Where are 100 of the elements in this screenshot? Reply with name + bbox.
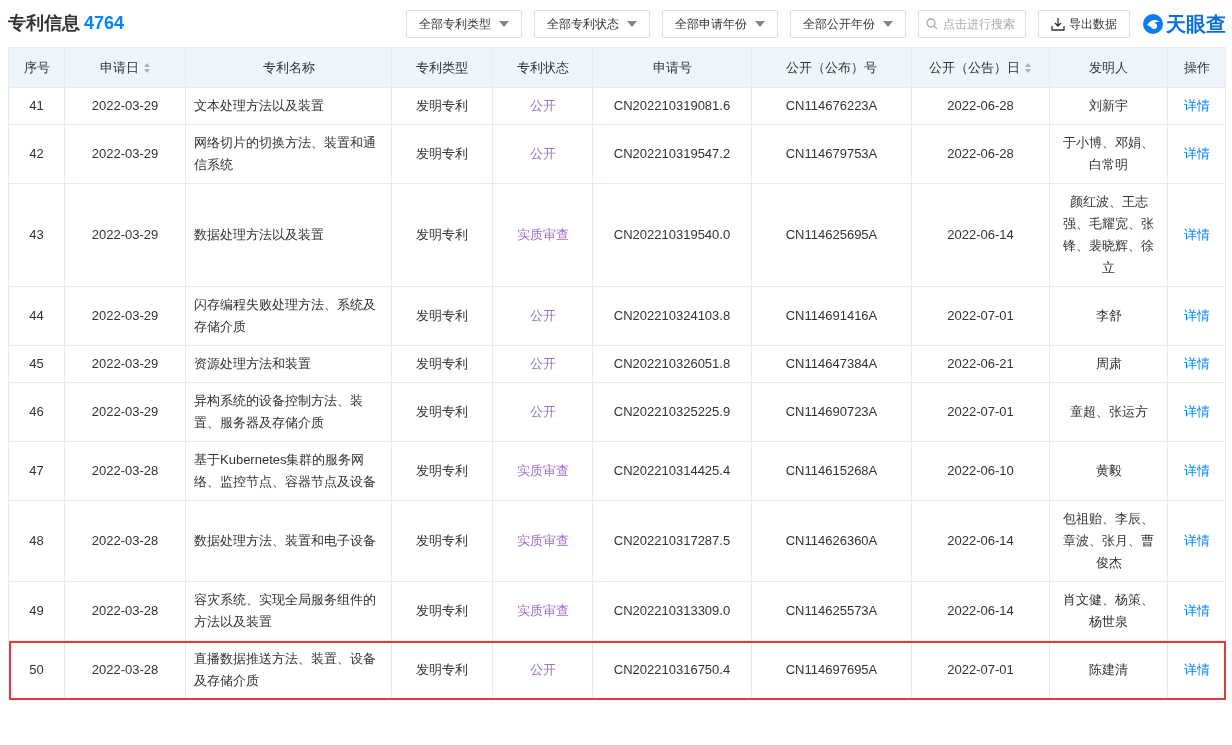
table-cell: 2022-06-28: [911, 87, 1050, 125]
filter-dropdown[interactable]: 全部申请年份: [662, 9, 778, 38]
column-header: 专利类型: [391, 47, 493, 88]
column-header: 申请号: [592, 47, 752, 88]
page-title: 专利信息: [8, 12, 80, 35]
column-header: 专利状态: [492, 47, 593, 88]
table-cell: 发明专利: [391, 345, 493, 383]
status-cell: 公开: [492, 87, 593, 125]
table-cell: 2022-06-21: [911, 345, 1050, 383]
table-cell: 2022-03-29: [64, 345, 186, 383]
caret-icon: [627, 20, 637, 27]
table-cell: CN202210313309.0: [592, 581, 752, 641]
column-header: 序号: [8, 47, 65, 88]
table-cell: 文本处理方法以及装置: [185, 87, 392, 125]
table-cell: CN202210319547.2: [592, 124, 752, 184]
table-cell: 2022-06-10: [911, 441, 1050, 501]
details-link[interactable]: 详情: [1183, 603, 1210, 618]
column-header: 公开（公布）号: [751, 47, 912, 88]
table-cell: 44: [8, 286, 65, 346]
table-cell: CN202210319081.6: [592, 87, 752, 125]
status-cell: 实质审查: [492, 441, 593, 501]
column-header: 专利名称: [185, 47, 392, 88]
table-cell: 发明专利: [391, 183, 493, 287]
filter-dropdown[interactable]: 全部专利类型: [406, 9, 522, 38]
table-cell: 46: [8, 382, 65, 442]
column-header[interactable]: 公开（公告）日: [911, 47, 1050, 88]
sort-icon[interactable]: [1024, 62, 1032, 75]
status-cell: 公开: [492, 286, 593, 346]
details-link[interactable]: 详情: [1183, 404, 1210, 419]
details-link[interactable]: 详情: [1183, 98, 1210, 113]
status-cell: 公开: [492, 124, 593, 184]
table-cell: CN202210319540.0: [592, 183, 752, 287]
table-cell: 肖文健、杨策、杨世泉: [1049, 581, 1168, 641]
result-count: 4764: [84, 12, 125, 35]
table-cell: CN114615268A: [751, 441, 912, 501]
details-link[interactable]: 详情: [1183, 463, 1210, 478]
search-field[interactable]: 点击进行搜索: [918, 9, 1026, 38]
table-cell: 发明专利: [391, 382, 493, 442]
status-cell: 公开: [492, 382, 593, 442]
table-cell: CN114625573A: [751, 581, 912, 641]
table-cell: 2022-03-29: [64, 382, 186, 442]
column-header[interactable]: 申请日: [64, 47, 186, 88]
search-icon: [926, 17, 938, 30]
table-cell: 基于Kubernetes集群的服务网络、监控节点、容器节点及设备: [185, 441, 392, 501]
table-cell: 50: [8, 640, 65, 700]
table-cell: CN114626360A: [751, 500, 912, 582]
table-cell: CN202210325225.9: [592, 382, 752, 442]
table-cell: 刘新宇: [1049, 87, 1168, 125]
table-cell: 包祖贻、李辰、章波、张月、曹俊杰: [1049, 500, 1168, 582]
table-cell: 2022-06-28: [911, 124, 1050, 184]
table-cell: 2022-07-01: [911, 382, 1050, 442]
status-cell: 实质审查: [492, 581, 593, 641]
details-link[interactable]: 详情: [1183, 533, 1210, 548]
logo-text: 天眼查: [1166, 11, 1226, 37]
details-link[interactable]: 详情: [1183, 308, 1210, 323]
status-cell: 实质审查: [492, 500, 593, 582]
table-cell: 49: [8, 581, 65, 641]
details-link[interactable]: 详情: [1183, 356, 1210, 371]
details-link[interactable]: 详情: [1183, 662, 1210, 677]
table-cell: CN114625695A: [751, 183, 912, 287]
table-cell: CN202210317287.5: [592, 500, 752, 582]
export-button[interactable]: 导出数据: [1038, 9, 1130, 38]
table-cell: 2022-03-29: [64, 183, 186, 287]
table-cell: 容灾系统、实现全局服务组件的方法以及装置: [185, 581, 392, 641]
table-cell: 41: [8, 87, 65, 125]
table-cell: 2022-06-14: [911, 500, 1050, 582]
table-cell: 2022-07-01: [911, 286, 1050, 346]
logo-icon: [1142, 12, 1164, 35]
table-cell: CN114647384A: [751, 345, 912, 383]
table-cell: 2022-03-29: [64, 124, 186, 184]
table-cell: CN202210326051.8: [592, 345, 752, 383]
sort-icon[interactable]: [142, 62, 151, 75]
table-cell: 资源处理方法和装置: [185, 345, 392, 383]
table-cell: 颜红波、王志强、毛耀宽、张锋、裴晓辉、徐立: [1049, 183, 1168, 287]
filter-dropdown[interactable]: 全部公开年份: [790, 9, 906, 38]
details-link[interactable]: 详情: [1183, 227, 1210, 242]
table-cell: 发明专利: [391, 581, 493, 641]
details-link[interactable]: 详情: [1183, 146, 1210, 161]
table-cell: 45: [8, 345, 65, 383]
caret-icon: [883, 20, 893, 27]
table-cell: 2022-06-14: [911, 581, 1050, 641]
table-cell: CN202210314425.4: [592, 441, 752, 501]
table-cell: CN114691416A: [751, 286, 912, 346]
table-cell: 数据处理方法、装置和电子设备: [185, 500, 392, 582]
table-cell: 闪存编程失败处理方法、系统及存储介质: [185, 286, 392, 346]
filter-dropdown[interactable]: 全部专利状态: [534, 9, 650, 38]
table-cell: 异构系统的设备控制方法、装置、服务器及存储介质: [185, 382, 392, 442]
table-cell: 童超、张运方: [1049, 382, 1168, 442]
table-cell: 42: [8, 124, 65, 184]
column-header: 操作: [1167, 47, 1226, 88]
table-cell: 发明专利: [391, 286, 493, 346]
table-cell: 2022-03-29: [64, 286, 186, 346]
table-cell: CN114676223A: [751, 87, 912, 125]
table-cell: 发明专利: [391, 124, 493, 184]
download-icon: [1051, 16, 1065, 31]
table-cell: CN202210324103.8: [592, 286, 752, 346]
table-cell: 2022-03-29: [64, 87, 186, 125]
table-cell: 2022-03-28: [64, 500, 186, 582]
status-cell: 实质审查: [492, 183, 593, 287]
table-cell: 47: [8, 441, 65, 501]
